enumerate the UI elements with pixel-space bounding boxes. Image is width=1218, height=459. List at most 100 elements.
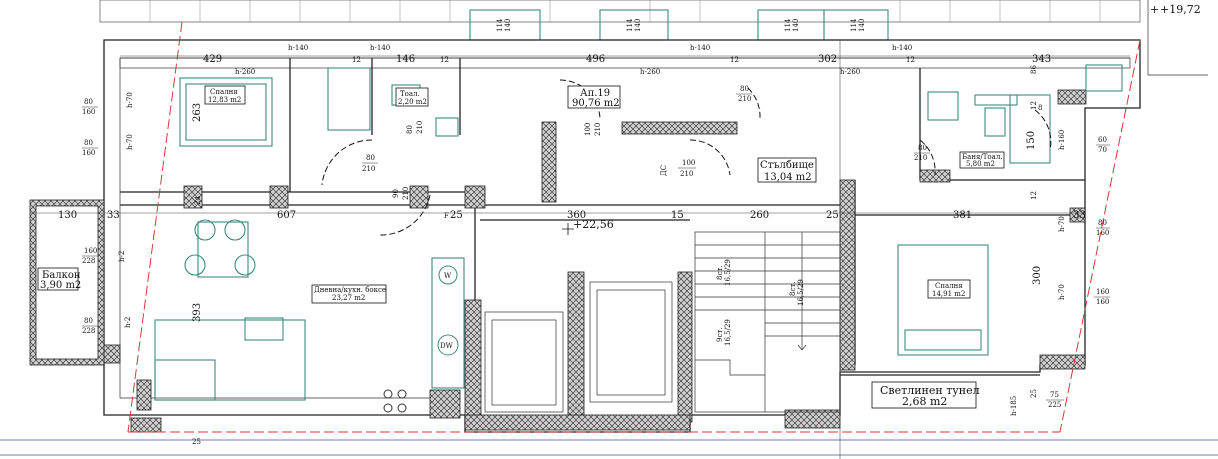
bedroom1-name: Спалня: [210, 88, 238, 96]
wc-area: 2,20 m2: [398, 98, 427, 106]
bathroom-area: 5,80 m2: [966, 160, 995, 168]
dim-mid-7: 25: [826, 210, 839, 221]
room-label-apartment: Ап.19 90,76 m2: [567, 85, 621, 109]
dim-vert-6: 86: [1030, 65, 1038, 74]
boundary-lines: [127, 21, 1141, 433]
dim-vert-8: 24: [194, 196, 202, 205]
svg-text:8ст.: 8ст.: [716, 266, 724, 280]
svg-text:75: 75: [1050, 391, 1059, 399]
svg-text:h-2: h-2: [118, 251, 126, 262]
dim-mid-8: 381: [953, 210, 972, 221]
dim-top-5: 12: [730, 56, 739, 64]
svg-text:160: 160: [82, 149, 95, 157]
svg-text:228: 228: [82, 327, 95, 335]
svg-text:70: 70: [1098, 146, 1107, 154]
svg-text:25: 25: [1030, 389, 1038, 398]
h-top-2: h-140: [690, 44, 710, 52]
dim-top-6: 302: [818, 54, 837, 65]
room-label-living: Дневна/кухн. боксе 23,27 m2: [311, 284, 387, 304]
stair: [694, 231, 841, 413]
svg-text:210: 210: [738, 95, 751, 103]
bedroom2-name: Спалня: [935, 282, 963, 290]
ground-lines: [0, 439, 1218, 456]
svg-text:h-160: h-160: [1058, 130, 1066, 150]
h-top-0: h-140: [288, 44, 308, 52]
dim-mid-2: 607: [277, 210, 296, 221]
svg-text:25: 25: [192, 438, 201, 446]
dim-mid-3: 25: [450, 210, 463, 221]
elevation-value: +19,72: [1160, 3, 1201, 16]
outer-wall: [103, 39, 1141, 433]
bedroom1-area: 12,83 m2: [208, 96, 241, 104]
svg-text:140: 140: [634, 19, 642, 32]
dim-mid-9: 33: [1073, 210, 1086, 221]
elevation-mark: +19,72 +: [1147, 0, 1208, 76]
dim-mid-1: 33: [107, 210, 120, 221]
stair-name: Стълбище: [760, 160, 814, 171]
dim-mid-5: 15: [671, 210, 684, 221]
dim-mid-0: 130: [58, 210, 77, 221]
dim-mid-6: 260: [750, 210, 769, 221]
room-label-bathroom: Баня/Тоал. 5,80 m2: [959, 151, 1005, 169]
columns: [103, 89, 1087, 433]
svg-text:80: 80: [740, 85, 749, 93]
dim-vert-2: 300: [1032, 266, 1043, 285]
svg-text:80: 80: [84, 139, 93, 147]
svg-text:210: 210: [680, 170, 693, 178]
svg-text:160: 160: [82, 108, 95, 116]
svg-text:60: 60: [1098, 136, 1107, 144]
dim-top-8: 343: [1032, 54, 1051, 65]
top-skylights: [469, 9, 889, 41]
furniture: [154, 64, 1123, 401]
balcony-area: 3,90 m2: [40, 280, 81, 291]
svg-text:100: 100: [682, 159, 695, 167]
svg-text:8: 8: [1038, 104, 1042, 112]
dim-vert-5: 12: [1030, 101, 1038, 110]
dim-top-1: 12: [352, 56, 361, 64]
dims-top: 429 12 146 12 496 12 302 12 343 h-140 h-…: [120, 44, 1130, 76]
svg-text:80: 80: [1098, 219, 1107, 227]
svg-text:210: 210: [362, 165, 375, 173]
dim-vert-4: 12: [1030, 191, 1038, 200]
dim-vert-1: 393: [192, 303, 203, 322]
top-window-labels: 114 140 114 140 114 140 114 140: [496, 18, 866, 32]
living-area: 23,27 m2: [332, 294, 365, 302]
dim-top-7: 12: [906, 56, 915, 64]
stair-area: 13,04 m2: [764, 172, 812, 183]
elevation-plus: +: [1150, 3, 1159, 16]
svg-text:80: 80: [366, 154, 375, 162]
svg-text:h-70: h-70: [126, 92, 134, 108]
svg-text:228: 228: [82, 257, 95, 265]
roof-strip: [99, 0, 1141, 23]
svg-text:210: 210: [416, 121, 424, 134]
svg-text:210: 210: [402, 187, 410, 200]
svg-text:80: 80: [84, 98, 93, 106]
svg-text:80: 80: [918, 144, 927, 152]
svg-text:16,5/29: 16,5/29: [724, 259, 732, 286]
doors: [321, 79, 1052, 236]
room-label-wc: Тоал. 2,20 m2: [395, 87, 429, 107]
floor-plan: W DW +19,72 + Спалня 12,83 m2 Тоал. 2,20…: [0, 0, 1218, 459]
svg-text:h-70: h-70: [1058, 284, 1066, 300]
h-top-6: h-140: [370, 44, 390, 52]
svg-text:h-70: h-70: [126, 134, 134, 150]
svg-text:80: 80: [406, 125, 414, 134]
dim-top-0: 429: [203, 54, 222, 65]
lightwell-area: 2,68 m2: [902, 395, 947, 408]
living-name: Дневна/кухн. боксе: [314, 286, 386, 294]
roof-ribs: [149, 0, 1101, 22]
svg-text:h-185: h-185: [1010, 396, 1018, 416]
svg-text:16,5/29: 16,5/29: [797, 279, 805, 306]
room-label-lightwell: Светлинен тунел 2,68 m2: [871, 381, 980, 409]
svg-text:210: 210: [914, 154, 927, 162]
room-label-balcony: Балкон 3,90 m2: [37, 267, 81, 291]
svg-text:h-2: h-2: [124, 317, 132, 328]
svg-text:114: 114: [626, 18, 634, 32]
dim-top-3: 12: [440, 56, 449, 64]
dim-top-4: 496: [586, 54, 605, 65]
room-label-bedroom1: Спалня 12,83 m2: [204, 85, 246, 105]
svg-text:114: 114: [784, 18, 792, 32]
svg-text:160: 160: [84, 247, 97, 255]
svg-text:114: 114: [496, 18, 504, 32]
svg-text:h-70: h-70: [1058, 216, 1066, 232]
